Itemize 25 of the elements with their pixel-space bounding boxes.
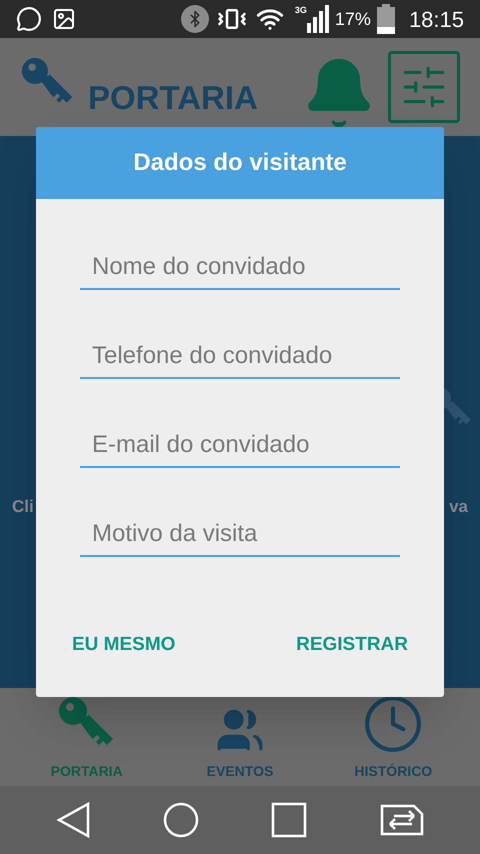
- nav-tab[interactable]: EVENTOS: [174, 705, 305, 782]
- battery-percent: 17%: [334, 8, 371, 30]
- chat-bubble-icon: [16, 6, 42, 32]
- home-icon[interactable]: [162, 802, 199, 838]
- sim-switch-icon[interactable]: [380, 804, 424, 836]
- text-field[interactable]: E-mail do convidado: [80, 423, 400, 468]
- text-field[interactable]: Telefone do convidado: [80, 334, 400, 379]
- signal-icon: [306, 5, 329, 33]
- app-title: PORTARIA: [88, 78, 258, 118]
- bluetooth-icon: [180, 5, 209, 33]
- menu-label: Cli: [12, 496, 34, 518]
- text-field[interactable]: Nome do convidado: [80, 245, 400, 290]
- nav-tab[interactable]: HISTÓRICO: [328, 693, 458, 782]
- text-field[interactable]: Motivo da visita: [80, 512, 400, 557]
- image-icon: [52, 7, 76, 31]
- nav-tab[interactable]: PORTARIA: [22, 695, 152, 782]
- back-icon[interactable]: [56, 802, 90, 838]
- clock-time: 18:15: [408, 6, 464, 34]
- battery-icon: [376, 4, 395, 34]
- dialog-button[interactable]: EU MESMO: [60, 622, 188, 667]
- network-type: 3G: [294, 4, 307, 17]
- recents-icon[interactable]: [271, 802, 308, 838]
- menu-label: va: [449, 496, 468, 518]
- dialog-title: Dados do visitante: [133, 148, 347, 178]
- dialog-button[interactable]: REGISTRAR: [284, 622, 420, 667]
